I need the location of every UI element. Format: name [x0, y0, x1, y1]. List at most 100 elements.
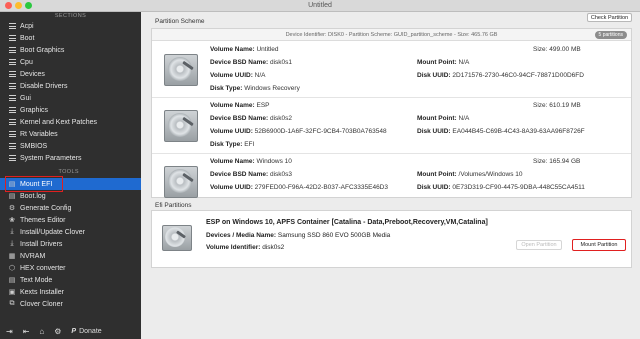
bsd-name-field: Device BSD Name: disk0s3: [210, 171, 293, 178]
document-icon: ▤: [8, 193, 16, 200]
sidebar-item-boot-log[interactable]: ▤ Boot.log: [0, 190, 141, 202]
volume-name-field: Volume Name: Windows 10: [210, 158, 292, 165]
sidebar-item-kexts-installer[interactable]: ▣ Kexts Installer: [0, 286, 141, 298]
size-field: Size: 165.94 GB: [533, 158, 581, 165]
list-icon: [8, 82, 16, 90]
partition-scheme-label: Partition Scheme: [155, 18, 205, 25]
sidebar-item-label: Gui: [20, 94, 31, 102]
list-icon: [8, 70, 16, 78]
list-icon: [8, 106, 16, 114]
volume-identifier-field: Volume Identifier: disk0s2: [206, 244, 285, 251]
download-icon: ⤓: [10, 240, 14, 247]
sidebar-item-install-update-clover[interactable]: ⤓ Install/Update Clover: [0, 226, 141, 238]
sidebar-item-kernel-kext-patches[interactable]: Kernel and Kext Patches: [0, 116, 141, 128]
disk-info-text: Device Identifier: DISK0 - Partition Sch…: [285, 31, 498, 38]
mount-point-field: Mount Point: N/A: [417, 115, 470, 122]
disk-uuid-field: Disk UUID: 2D171576-2730-46C0-94CF-78871…: [417, 72, 584, 79]
sidebar-item-label: Install/Update Clover: [20, 228, 85, 236]
disk-info-header: Device Identifier: DISK0 - Partition Sch…: [152, 29, 631, 41]
sidebar-item-smbios[interactable]: SMBIOS: [0, 140, 141, 152]
hard-drive-icon: [162, 225, 192, 251]
open-partition-button[interactable]: Open Partition: [516, 240, 562, 250]
sections-heading: SECTIONS: [54, 13, 87, 19]
disk-uuid-field: Disk UUID: 0E73D319-CF90-4475-9DBA-448C5…: [417, 184, 585, 191]
sidebar-item-label: Boot.log: [20, 192, 46, 200]
mount-point-field: Mount Point: N/A: [417, 59, 470, 66]
sidebar-item-label: Cpu: [20, 58, 33, 66]
sidebar-item-label: Generate Config: [20, 204, 72, 212]
partition-row[interactable]: Volume Name: Windows 10 Size: 165.94 GB …: [152, 154, 631, 198]
mount-partition-button[interactable]: Mount Partition: [572, 239, 626, 251]
media-name-field: Devices / Media Name: Samsung SSD 860 EV…: [206, 232, 391, 239]
sidebar-item-cpu[interactable]: Cpu: [0, 56, 141, 68]
size-field: Size: 499.00 MB: [533, 46, 581, 53]
sidebar-item-clover-cloner[interactable]: ⧉ Clover Cloner: [0, 298, 141, 310]
volume-name-field: Volume Name: ESP: [210, 102, 270, 109]
volume-uuid-field: Volume UUID: N/A: [210, 72, 266, 79]
hard-drive-icon: [164, 166, 198, 198]
sidebar-item-disable-drivers[interactable]: Disable Drivers: [0, 80, 141, 92]
sidebar-item-boot-graphics[interactable]: Boot Graphics: [0, 44, 141, 56]
chip-icon: ▦: [8, 253, 16, 260]
sidebar-bottom-bar: ⇥ ⇤ ⌂ ⚙ P Donate: [0, 323, 141, 339]
hard-drive-icon: [164, 54, 198, 86]
settings-icon[interactable]: ⚙: [54, 327, 61, 336]
disk-type-field: Disk Type: EFI: [210, 141, 255, 148]
partition-scheme-panel: Device Identifier: DISK0 - Partition Sch…: [151, 28, 632, 198]
sidebar-item-label: Boot: [20, 34, 35, 42]
sidebar-item-label: Disable Drivers: [20, 82, 68, 90]
list-icon: [8, 94, 16, 102]
sidebar-item-themes-editor[interactable]: ❀ Themes Editor: [0, 214, 141, 226]
package-icon: ▣: [8, 289, 16, 296]
sidebar-item-label: HEX converter: [20, 264, 66, 272]
home-icon[interactable]: ⌂: [39, 327, 44, 336]
sidebar-item-acpi[interactable]: Acpi: [0, 20, 141, 32]
list-icon: [8, 154, 16, 162]
title-bar: Untitled: [0, 0, 640, 12]
sidebar-item-nvram[interactable]: ▦ NVRAM: [0, 250, 141, 262]
sidebar-item-label: Themes Editor: [20, 216, 66, 224]
bsd-name-field: Device BSD Name: disk0s1: [210, 59, 293, 66]
size-field: Size: 610.19 MB: [533, 102, 581, 109]
list-icon: [8, 130, 16, 138]
list-icon: [8, 46, 16, 54]
sidebar-item-install-drivers[interactable]: ⤓ Install Drivers: [0, 238, 141, 250]
sidebar-item-label: Graphics: [20, 106, 49, 114]
download-icon: ⤓: [10, 228, 14, 235]
donate-button[interactable]: P Donate: [71, 328, 101, 335]
sidebar: SECTIONS Acpi Boot Boot Graphics Cpu Dev…: [0, 12, 141, 339]
window-title: Untitled: [308, 2, 332, 9]
disk-uuid-field: Disk UUID: EA044B45-C69B-4C43-8A39-63AA9…: [417, 128, 585, 135]
sidebar-item-text-mode[interactable]: ▤ Text Mode: [0, 274, 141, 286]
sidebar-item-boot[interactable]: Boot: [0, 32, 141, 44]
list-icon: [8, 22, 16, 30]
paypal-icon: P: [71, 327, 77, 335]
list-icon: [8, 142, 16, 150]
sidebar-item-devices[interactable]: Devices: [0, 68, 141, 80]
sidebar-item-label: System Parameters: [20, 154, 82, 162]
sidebar-item-graphics[interactable]: Graphics: [0, 104, 141, 116]
donate-label: Donate: [79, 327, 102, 335]
text-icon: ▤: [8, 277, 16, 284]
partition-row[interactable]: Volume Name: ESP Size: 610.19 MB Device …: [152, 98, 631, 154]
sidebar-item-hex-converter[interactable]: ⬡ HEX converter: [0, 262, 141, 274]
import-icon[interactable]: ⇥: [6, 327, 13, 336]
gear-icon: ⚙: [8, 205, 16, 212]
partitions-count-badge: 5 partitions: [594, 31, 627, 39]
tools-heading: TOOLS: [58, 169, 79, 175]
efi-partition-title: ESP on Windows 10, APFS Container [Catal…: [206, 219, 488, 226]
sidebar-item-label: Install Drivers: [20, 240, 63, 248]
volume-uuid-field: Volume UUID: 52B6900D-1A6F-32FC-9CB4-703…: [210, 128, 387, 135]
volume-uuid-field: Volume UUID: 279FED00-F96A-42D2-B037-AFC…: [210, 184, 388, 191]
export-icon[interactable]: ⇤: [23, 327, 30, 336]
check-partition-button[interactable]: Check Partition: [587, 13, 632, 22]
sidebar-item-label: Kernel and Kext Patches: [20, 118, 98, 126]
sidebar-item-generate-config[interactable]: ⚙ Generate Config: [0, 202, 141, 214]
efi-partition-entry[interactable]: ESP on Windows 10, APFS Container [Catal…: [151, 210, 632, 268]
partition-row[interactable]: Volume Name: Untitled Size: 499.00 MB De…: [152, 42, 631, 98]
efi-partitions-label: Efi Partitions: [155, 202, 192, 209]
sidebar-item-system-parameters[interactable]: System Parameters: [0, 152, 141, 164]
sidebar-item-gui[interactable]: Gui: [0, 92, 141, 104]
sidebar-item-rt-variables[interactable]: Rt Variables: [0, 128, 141, 140]
sidebar-item-label: Clover Cloner: [20, 300, 63, 308]
